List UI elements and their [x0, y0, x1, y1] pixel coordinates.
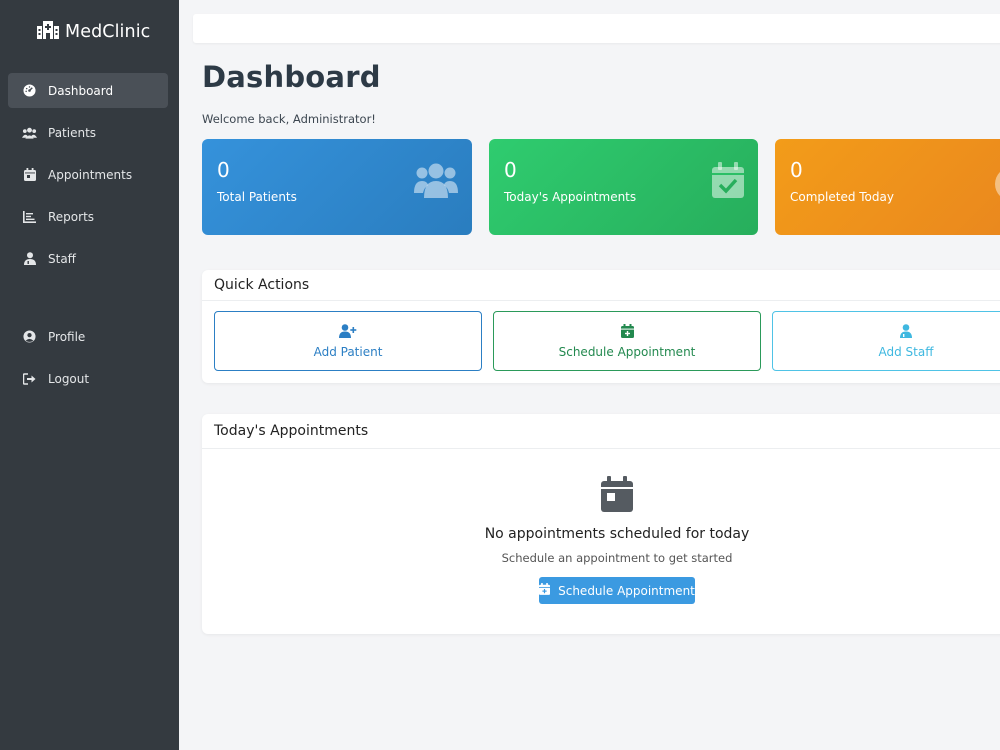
- user-md-icon: [900, 323, 912, 342]
- stat-card-todays-appointments: 0 Today's Appointments: [489, 139, 758, 235]
- sidebar-item-label: Logout: [48, 371, 90, 386]
- dashboard-icon: [22, 83, 37, 98]
- schedule-appointment-cta-button[interactable]: Schedule Appointment: [539, 577, 695, 604]
- welcome-message: Welcome back, Administrator!: [202, 112, 376, 126]
- stat-value: 0: [504, 158, 517, 182]
- schedule-appointment-cta-label: Schedule Appointment: [558, 583, 695, 598]
- todays-appointments-card: Today's Appointments No appointments sch…: [202, 414, 1000, 634]
- stat-label: Completed Today: [790, 190, 894, 204]
- users-icon: [22, 125, 37, 140]
- todays-appointments-title: Today's Appointments: [202, 414, 1000, 449]
- sidebar-item-reports[interactable]: Reports: [8, 199, 168, 234]
- calendar-check-icon: [712, 162, 744, 202]
- user-plus-icon: [339, 323, 357, 342]
- quick-actions-title: Quick Actions: [202, 270, 1000, 301]
- logout-icon: [22, 371, 37, 386]
- brand-name: MedClinic: [65, 22, 151, 42]
- schedule-appointment-button[interactable]: Schedule Appointment: [493, 311, 761, 371]
- empty-state-title: No appointments scheduled for today: [484, 526, 750, 542]
- add-patient-label: Add Patient: [313, 345, 383, 359]
- stat-value: 0: [790, 158, 803, 182]
- add-staff-label: Add Staff: [878, 345, 934, 359]
- check-circle-icon: [995, 167, 1000, 201]
- sidebar-item-label: Dashboard: [48, 83, 114, 98]
- chart-icon: [22, 209, 37, 224]
- user-circle-icon: [22, 329, 37, 344]
- top-navbar: [193, 14, 1000, 43]
- calendar-icon: [22, 167, 37, 182]
- staff-icon: [22, 251, 37, 266]
- sidebar-item-dashboard[interactable]: Dashboard: [8, 73, 168, 108]
- add-staff-button[interactable]: Add Staff: [772, 311, 1000, 371]
- main-content: Dashboard Welcome back, Administrator! 0…: [179, 0, 1000, 750]
- stat-label: Today's Appointments: [504, 190, 637, 204]
- sidebar-item-logout[interactable]: Logout: [8, 361, 168, 396]
- stat-card-total-patients: 0 Total Patients: [202, 139, 472, 235]
- sidebar-item-profile[interactable]: Profile: [8, 319, 168, 354]
- sidebar-item-label: Patients: [48, 125, 97, 140]
- brand-logo[interactable]: MedClinic: [37, 20, 150, 44]
- calendar-plus-icon: [620, 323, 634, 342]
- schedule-appointment-label: Schedule Appointment: [558, 345, 696, 359]
- calendar-plus-icon: [539, 583, 551, 598]
- empty-state: No appointments scheduled for today Sche…: [202, 476, 1000, 604]
- add-patient-button[interactable]: Add Patient: [214, 311, 482, 371]
- sidebar-item-appointments[interactable]: Appointments: [8, 157, 168, 192]
- calendar-icon: [601, 476, 633, 516]
- sidebar-item-staff[interactable]: Staff: [8, 241, 168, 276]
- hospital-icon: [37, 21, 59, 43]
- stat-value: 0: [217, 158, 230, 182]
- sidebar-item-label: Staff: [48, 251, 76, 266]
- sidebar-item-patients[interactable]: Patients: [8, 115, 168, 150]
- stat-card-completed-today: 0 Completed Today: [775, 139, 1000, 235]
- empty-state-subtitle: Schedule an appointment to get started: [501, 551, 733, 565]
- page-title: Dashboard: [202, 60, 381, 94]
- quick-actions-card: Quick Actions Add Patient Schedule Appoi…: [202, 270, 1000, 383]
- sidebar: MedClinic Dashboard Patients Appointment…: [0, 0, 179, 750]
- sidebar-item-label: Reports: [48, 209, 95, 224]
- sidebar-item-label: Appointments: [48, 167, 133, 182]
- sidebar-item-label: Profile: [48, 329, 86, 344]
- stat-label: Total Patients: [217, 190, 297, 204]
- users-icon: [414, 162, 458, 202]
